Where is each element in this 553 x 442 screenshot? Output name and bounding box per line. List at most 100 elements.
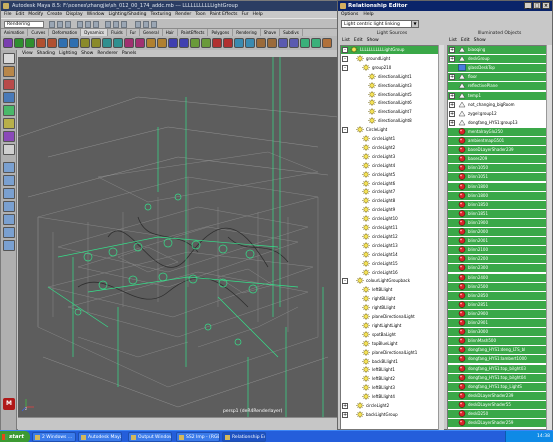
layout-render-icon[interactable]: [3, 227, 15, 238]
illuminated-objects-scrollbar[interactable]: [546, 45, 552, 430]
maya-title-bar[interactable]: Autodesk Maya 8.5: F:\scenes\zhangjie\sh…: [1, 1, 337, 11]
snap-point-icon[interactable]: [121, 21, 127, 28]
expand-icon[interactable]: +: [449, 101, 455, 108]
light-source-row[interactable]: leftBLlight2: [341, 375, 443, 383]
illuminated-object-row[interactable]: dongfang_HYS1:top_LightS: [448, 382, 551, 391]
rel-menu-help[interactable]: Help: [363, 11, 373, 19]
light-source-row[interactable]: circleLight7: [341, 188, 443, 196]
illuminated-object-row[interactable]: dongfang_HYS1:deng_LTS_bl: [448, 346, 551, 355]
illuminated-object-row[interactable]: blinn1051: [448, 173, 551, 182]
manipulator-tool-icon[interactable]: [3, 131, 15, 142]
menu-lighting-shading[interactable]: Lighting/Shading: [108, 11, 146, 18]
shelf-tab-fluids[interactable]: Fluids: [108, 29, 127, 36]
illuminated-object-row[interactable]: blinn2000: [448, 228, 551, 236]
taskbar-task-button[interactable]: SS2 Imp - (RGB): [176, 432, 220, 442]
panel-menu-shading[interactable]: Shading: [37, 50, 55, 57]
light-source-row[interactable]: circleLight8: [341, 197, 443, 205]
lasso-tool-icon[interactable]: [3, 66, 15, 77]
light-source-row[interactable]: - colourLightGroupback: [341, 277, 443, 285]
illuminated-object-row[interactable]: blinn2500: [448, 282, 551, 291]
minimize-button[interactable]: _: [524, 2, 532, 9]
shelf-tool-icon[interactable]: [289, 38, 299, 48]
illuminated-object-row[interactable]: dongfang_HYS1:lambert1000: [448, 355, 551, 364]
illuminated-object-row[interactable]: blinn2400: [448, 273, 551, 282]
illuminated-object-row[interactable]: + zygel:group12: [448, 110, 551, 118]
light-source-row[interactable]: directionalLight6: [341, 99, 443, 107]
light-source-row[interactable]: + circleLight2: [341, 402, 443, 410]
light-source-row[interactable]: leftBLlight1: [341, 366, 443, 374]
shelf-tool-icon[interactable]: [278, 38, 288, 48]
layout-script-icon[interactable]: [3, 240, 15, 251]
light-source-row[interactable]: directionalLight5: [341, 90, 443, 99]
shelf-tab-curves[interactable]: Curves: [28, 29, 50, 36]
panel-menu-view[interactable]: View: [22, 50, 33, 57]
illuminated-object-row[interactable]: blinn1850: [448, 200, 551, 209]
illuminated-object-row[interactable]: blinn2300: [448, 264, 551, 273]
illuminated-object-row[interactable]: blinn2200: [448, 255, 551, 264]
illuminated-object-row[interactable]: blinn2900: [448, 309, 551, 318]
light-source-row[interactable]: rightLightLight: [341, 321, 443, 330]
menu-texturing[interactable]: Texturing: [150, 11, 171, 18]
light-source-row[interactable]: circleLight1: [341, 135, 443, 143]
relationship-editor-title-bar[interactable]: Relationship Editor _ □ ×: [338, 1, 552, 11]
light-source-row[interactable]: circleLight10: [341, 215, 443, 223]
layout-graph-icon[interactable]: [3, 201, 15, 212]
illuminated-object-row[interactable]: reflectivePlane: [448, 82, 551, 91]
illuminated-object-row[interactable]: blinn2901: [448, 319, 551, 327]
shelf-tab-rendering[interactable]: Rendering: [233, 29, 261, 36]
illuminated-object-row[interactable]: + temp1: [448, 91, 551, 100]
illuminated-menu-show[interactable]: Show: [474, 37, 486, 45]
shelf-tool-icon[interactable]: [102, 38, 112, 48]
shelf-tool-icon[interactable]: [179, 38, 189, 48]
taskbar-task-button[interactable]: Output Window: [128, 432, 172, 442]
expand-icon[interactable]: +: [449, 74, 455, 81]
rel-menu-options[interactable]: Options: [341, 11, 358, 19]
illuminated-object-row[interactable]: deskDLayerShader55: [448, 400, 551, 409]
save-scene-icon[interactable]: [65, 21, 71, 28]
illuminated-object-row[interactable]: blinn2850: [448, 291, 551, 300]
light-source-row[interactable]: circleLight14: [341, 250, 443, 259]
shelf-tool-icon[interactable]: [135, 38, 145, 48]
light-sources-menu-edit[interactable]: Edit: [354, 37, 363, 45]
collapse-icon[interactable]: -: [342, 47, 348, 53]
select-object-icon[interactable]: [85, 21, 91, 28]
shelf-tool-icon[interactable]: [190, 38, 200, 48]
collapse-icon[interactable]: -: [342, 64, 348, 71]
light-source-row[interactable]: rightBLlight: [341, 295, 443, 303]
illuminated-object-row[interactable]: blinnMash500: [448, 337, 551, 346]
last-tool-icon[interactable]: [3, 144, 15, 155]
expand-icon[interactable]: +: [342, 403, 348, 409]
shelf-tool-icon[interactable]: [36, 38, 46, 48]
illuminated-objects-list[interactable]: + biaoqing + deskGroup glassDeskTop + floor ref…: [447, 45, 552, 430]
light-source-row[interactable]: backBLlight1: [341, 357, 443, 366]
light-source-row[interactable]: circleLight2: [341, 143, 443, 152]
shelf-tab-subdivs[interactable]: Subdivs: [280, 29, 303, 36]
collapse-icon[interactable]: -: [342, 55, 348, 62]
shelf-tool-icon[interactable]: [267, 38, 277, 48]
illuminated-object-row[interactable]: + biaoqing: [448, 46, 551, 54]
shelf-tool-icon[interactable]: [47, 38, 57, 48]
expand-icon[interactable]: +: [449, 110, 455, 117]
paint-select-icon[interactable]: [3, 79, 15, 90]
panel-menu-renderer[interactable]: Renderer: [97, 50, 118, 57]
layout-hypershade-icon[interactable]: [3, 214, 15, 225]
illuminated-object-row[interactable]: ambientmapG501: [448, 137, 551, 145]
rotate-tool-icon[interactable]: [3, 105, 15, 116]
illuminated-object-row[interactable]: dongfang_HYS1:top_bilght03: [448, 364, 551, 373]
light-source-row[interactable]: circleLight12: [341, 232, 443, 241]
shelf-tab-painteffects[interactable]: PaintEffects: [178, 29, 209, 36]
light-source-row[interactable]: circleLight15: [341, 259, 443, 268]
light-source-row[interactable]: circleLight5: [341, 170, 443, 179]
shelf-tool-icon[interactable]: [245, 38, 255, 48]
illuminated-object-row[interactable]: blinn2001: [448, 237, 551, 246]
menu-render[interactable]: Render: [175, 11, 191, 18]
light-source-row[interactable]: planeDirectionalLight: [341, 313, 443, 321]
render-settings-icon[interactable]: [151, 21, 157, 28]
shelf-tool-icon[interactable]: [25, 38, 35, 48]
collapse-icon[interactable]: -: [342, 278, 348, 285]
light-source-row[interactable]: leftBLlight3: [341, 384, 443, 392]
shelf-tab-animation[interactable]: Animation: [1, 29, 29, 36]
illuminated-object-row[interactable]: + floor: [448, 73, 551, 82]
ipr-render-icon[interactable]: [143, 21, 149, 28]
light-source-row[interactable]: leftBLlight4: [341, 393, 443, 401]
